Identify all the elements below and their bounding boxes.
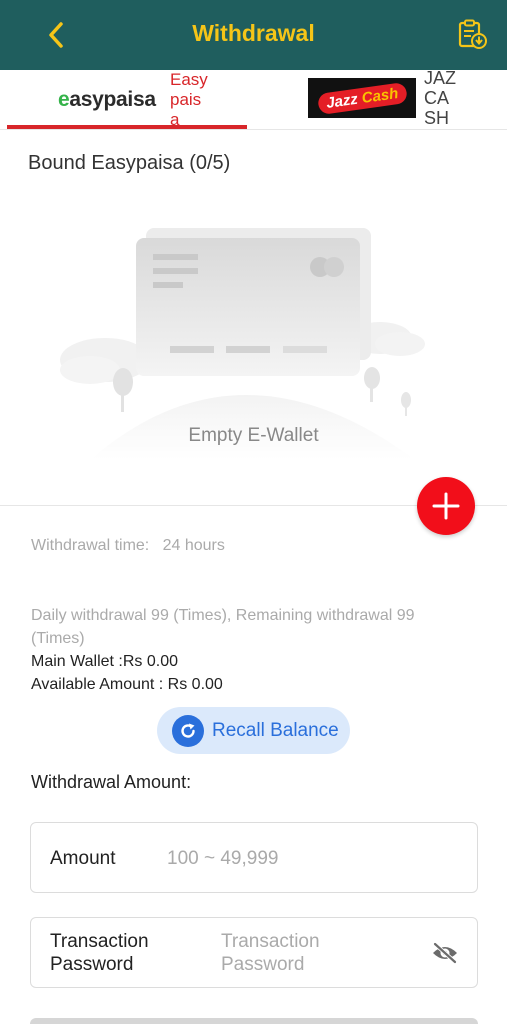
easypaisa-logo: easypaisa [58, 88, 156, 111]
refresh-icon [172, 714, 204, 747]
bound-wallet-title: Bound Easypaisa (0/5) [28, 152, 231, 174]
jazzcash-logo: Jazz Cash [308, 78, 416, 118]
recall-balance-button[interactable]: Recall Balance [157, 707, 350, 754]
eye-off-icon [433, 942, 457, 964]
withdrawal-amount-label: Withdrawal Amount: [31, 772, 192, 792]
plus-icon [432, 492, 460, 520]
empty-wallet-text: Empty E-Wallet [188, 425, 319, 446]
amount-label: Amount [50, 848, 116, 869]
tab-jazzcash[interactable]: Jazz Cash JAZ CA SH [250, 68, 507, 130]
amount-field: Amount [30, 822, 478, 893]
transaction-password-field: Transaction Password Transaction Passwor… [30, 917, 478, 988]
empty-wallet-illustration [60, 228, 425, 460]
withdrawal-time-text: Withdrawal time: 24 hours [31, 537, 225, 554]
page-title: Withdrawal [192, 20, 315, 46]
transaction-password-input[interactable]: Transaction Password [221, 930, 401, 976]
main-wallet-balance: Main Wallet :Rs 0.00 [31, 653, 179, 670]
active-tab-indicator [7, 125, 247, 129]
clipboard-download-icon [458, 19, 487, 49]
add-wallet-button[interactable] [417, 477, 475, 535]
payment-method-tabs: easypaisa Easypaisa Jazz Cash JAZ CA SH [0, 68, 507, 130]
easypaisa-logo-text: asypaisa [69, 88, 156, 111]
tab-jazzcash-label: JAZ CA SH [424, 68, 457, 128]
available-amount: Available Amount : Rs 0.00 [31, 676, 223, 693]
app-header: Withdrawal [0, 0, 507, 70]
transaction-password-label: Transaction Password [50, 931, 149, 975]
recall-balance-label: Recall Balance [212, 719, 339, 741]
daily-withdrawal-limit-text: Daily withdrawal 99 (Times), Remaining w… [31, 607, 415, 647]
tab-easypaisa[interactable]: easypaisa Easypaisa [0, 70, 250, 130]
jazzcash-logo-text: Jazz Cash [316, 81, 408, 115]
tab-easypaisa-label: Easypaisa [170, 70, 208, 129]
withdrawal-records-button[interactable] [450, 14, 494, 54]
amount-input[interactable] [167, 845, 457, 873]
submit-button-partial[interactable] [30, 1018, 478, 1024]
toggle-password-visibility-button[interactable] [429, 939, 461, 967]
